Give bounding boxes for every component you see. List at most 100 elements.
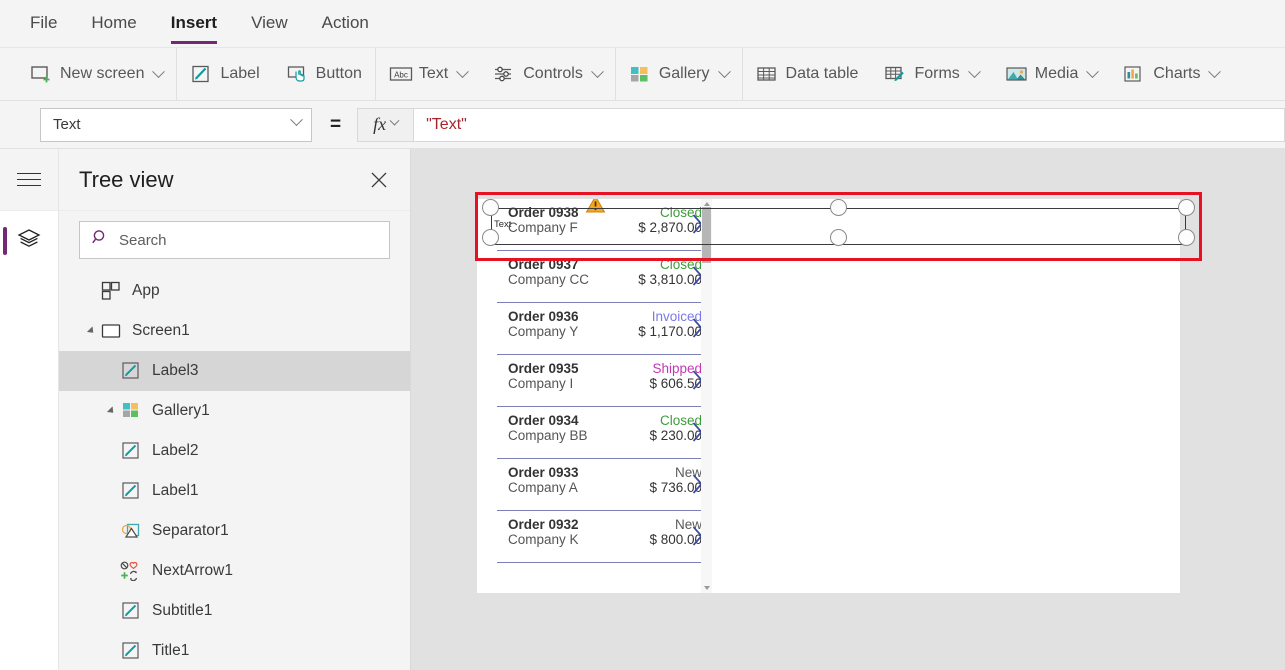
ribbon-label: New screen: [60, 65, 145, 82]
tree-node-gallery1[interactable]: Gallery1: [59, 391, 410, 431]
gallery-item-title: Order 0934: [508, 413, 579, 428]
tree-node-label: App: [132, 282, 160, 299]
gallery-item[interactable]: Order 0932 New Company K $ 800.00: [497, 511, 712, 563]
gallery-item-bottom-row: Company BB $ 230.00: [508, 428, 702, 443]
menu-label: Action: [321, 12, 369, 32]
ribbon-data-table-button[interactable]: Data table: [743, 48, 872, 100]
hamburger-menu-button[interactable]: [0, 149, 58, 211]
resize-handle-bottom-center[interactable]: [830, 229, 847, 246]
ribbon-media-button[interactable]: Media: [992, 48, 1111, 100]
twisty-expanded-icon[interactable]: [82, 326, 100, 336]
ribbon-new-screen-button[interactable]: New screen: [0, 48, 176, 100]
close-icon[interactable]: [368, 169, 390, 191]
equals-sign: =: [330, 113, 342, 135]
menu-item-insert[interactable]: Insert: [170, 12, 218, 44]
gallery-item[interactable]: Order 0934 Closed Company BB $ 230.00: [497, 407, 712, 459]
rail-item-tree-view[interactable]: [0, 211, 58, 271]
tree-node-screen1[interactable]: Screen1: [59, 311, 410, 351]
resize-handle-top-left[interactable]: [482, 199, 499, 216]
resize-handle-bottom-left[interactable]: [482, 229, 499, 246]
ribbon-gallery-button[interactable]: Gallery: [616, 48, 742, 100]
tree-node-label: Label3: [152, 362, 199, 379]
tree-node-separator1[interactable]: Separator1: [59, 511, 410, 551]
gallery-item-subtitle: Company BB: [508, 428, 588, 443]
chevron-down-icon: [456, 64, 470, 78]
twisty-expanded-icon[interactable]: [102, 406, 120, 416]
tree-node-label3[interactable]: Label3: [59, 351, 410, 391]
tree-node-label: NextArrow1: [152, 562, 233, 579]
tree-node-nextarrow1[interactable]: NextArrow1: [59, 551, 410, 591]
label3-selected-control[interactable]: Text: [482, 199, 1195, 246]
resize-handle-top-center[interactable]: [830, 199, 847, 216]
label3-text: Text: [494, 219, 512, 230]
search-input[interactable]: Search: [79, 221, 390, 259]
ribbon-button-button[interactable]: Button: [273, 48, 375, 100]
tree-node-title1[interactable]: Title1: [59, 631, 410, 670]
scroll-down-arrow-icon[interactable]: [704, 586, 710, 590]
ribbon-label: Controls: [523, 65, 583, 82]
tree-node-label: Subtitle1: [152, 602, 213, 619]
svg-text:Abc: Abc: [394, 71, 408, 80]
ribbon-label: Button: [315, 65, 362, 82]
chevron-down-icon: [1208, 64, 1222, 78]
ribbon-controls-button[interactable]: Controls: [480, 48, 615, 100]
menu-item-home[interactable]: Home: [91, 13, 136, 35]
ribbon-label: Media: [1034, 65, 1079, 82]
resize-handle-bottom-right[interactable]: [1178, 229, 1195, 246]
label-icon: [120, 441, 142, 461]
gallery-item-top-row: Order 0932 New: [508, 517, 702, 532]
gallery-item-title: Order 0935: [508, 361, 579, 376]
gallery-item[interactable]: Order 0936 Invoiced Company Y $ 1,170.00: [497, 303, 712, 355]
gallery-item-title: Order 0933: [508, 465, 579, 480]
resize-handle-top-right[interactable]: [1178, 199, 1195, 216]
ribbon-toolbar: New screen Label Button Abc Text Control…: [0, 47, 1285, 101]
hamburger-icon: [17, 172, 41, 187]
ribbon-label: Data table: [785, 65, 859, 82]
tree-node-label: Label2: [152, 442, 199, 459]
tree-node-subtitle1[interactable]: Subtitle1: [59, 591, 410, 631]
app-canvas[interactable]: Order 0938 Closed Company F $ 2,870.00 O…: [411, 149, 1285, 670]
gallery-item-bottom-row: Company I $ 606.50: [508, 376, 702, 391]
ribbon-charts-button[interactable]: Charts: [1110, 48, 1232, 100]
tree-view-title: Tree view: [79, 166, 174, 192]
gallery-item-subtitle: Company Y: [508, 324, 579, 339]
label-icon: [120, 641, 142, 661]
icon-set-icon: [120, 561, 142, 581]
formula-input[interactable]: "Text": [413, 107, 1285, 142]
text-abc-icon: Abc: [389, 64, 413, 84]
tree-node-label: Separator1: [152, 522, 229, 539]
menu-item-view[interactable]: View: [251, 13, 288, 35]
property-dropdown[interactable]: Text: [40, 107, 312, 142]
controls-sliders-icon: [493, 64, 515, 84]
menu-item-file[interactable]: File: [30, 13, 57, 35]
ribbon-label-button[interactable]: Label: [177, 48, 272, 100]
fx-label: fx: [373, 114, 387, 134]
tree-view-layers-icon: [16, 227, 42, 256]
data-table-icon: [756, 64, 778, 84]
ribbon-label: Text: [418, 65, 449, 82]
gallery-item-top-row: Order 0936 Invoiced: [508, 309, 702, 324]
left-icon-rail: [0, 149, 59, 670]
chevron-down-icon: [389, 115, 400, 126]
gallery-item-title: Order 0936: [508, 309, 579, 324]
ribbon-forms-button[interactable]: Forms: [871, 48, 991, 100]
label-icon: [120, 361, 142, 381]
tree-node-label2[interactable]: Label2: [59, 431, 410, 471]
tree-node-label: Screen1: [132, 322, 190, 339]
screen-icon: [100, 321, 122, 341]
media-image-icon: [1005, 64, 1027, 84]
gallery-item-bottom-row: Company CC $ 3,810.00: [508, 272, 702, 287]
tree-node-app[interactable]: App: [59, 271, 410, 311]
gallery-item[interactable]: Order 0935 Shipped Company I $ 606.50: [497, 355, 712, 407]
property-formula-bar: Text = fx "Text": [0, 101, 1285, 149]
gallery-item-title: Order 0932: [508, 517, 579, 532]
gallery-item-top-row: Order 0935 Shipped: [508, 361, 702, 376]
ribbon-text-button[interactable]: Abc Text: [376, 48, 480, 100]
fx-button[interactable]: fx: [357, 107, 414, 142]
menu-item-action[interactable]: Action: [322, 13, 369, 35]
menu-label: Insert: [170, 12, 218, 32]
tree-search-wrapper: Search: [59, 211, 410, 271]
gallery-item[interactable]: Order 0933 New Company A $ 736.00: [497, 459, 712, 511]
gallery-grid-icon: [629, 64, 651, 84]
tree-node-label1[interactable]: Label1: [59, 471, 410, 511]
